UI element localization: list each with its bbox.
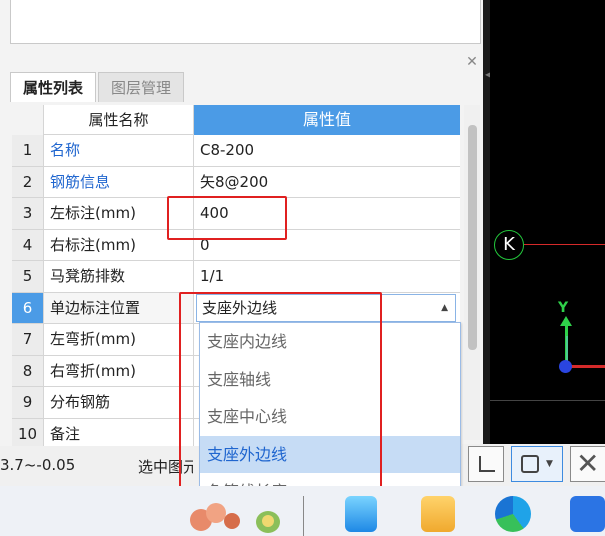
property-value[interactable]: 1/1 — [194, 261, 460, 293]
header-property-name: 属性名称 — [44, 105, 194, 135]
row-number: 2 — [12, 166, 44, 198]
wps-writer-icon[interactable] — [570, 496, 605, 532]
tab-property-list[interactable]: 属性列表 — [10, 72, 97, 102]
rect-select-icon — [521, 455, 539, 473]
grid-header-corner — [12, 105, 44, 135]
table-row[interactable]: 2 钢筋信息 ⽮8@200 — [12, 166, 460, 198]
chevron-down-icon[interactable]: ▼ — [546, 459, 553, 469]
row-number: 1 — [12, 135, 44, 167]
row-number: 4 — [12, 229, 44, 261]
canvas-divider — [490, 400, 605, 401]
property-name: 左弯折(mm) — [44, 324, 194, 356]
table-row[interactable]: 1 名称 C8-200 — [12, 135, 460, 167]
property-value[interactable]: 0 — [194, 229, 460, 261]
cross-select-button[interactable]: ✕ — [570, 446, 605, 482]
tab-layer-management[interactable]: 图层管理 — [98, 72, 185, 102]
property-value[interactable]: 400 — [194, 198, 460, 230]
property-name: 名称 — [44, 135, 194, 167]
position-select-value[interactable]: 支座外边线 — [196, 293, 456, 322]
property-name: 左标注(mm) — [44, 198, 194, 230]
dropdown-option[interactable]: 支座中心线 — [200, 398, 460, 436]
dropdown-option[interactable]: 支座内边线 — [200, 323, 460, 361]
grid-scrollbar-thumb[interactable] — [468, 125, 477, 350]
cross-select-icon: ✕ — [576, 447, 600, 480]
row-number: 7 — [12, 324, 44, 356]
axis-origin-icon — [559, 360, 572, 373]
edge-browser-icon[interactable] — [495, 496, 531, 532]
splitter-grip-icon: ◀ — [485, 70, 492, 79]
table-row[interactable]: 5 马凳筋排数 1/1 — [12, 261, 460, 293]
header-property-value: 属性值 — [194, 105, 460, 135]
table-row[interactable]: 6 单边标注位置 支座外边线 ▲ — [12, 292, 460, 324]
table-row[interactable]: 4 右标注(mm) 0 — [12, 229, 460, 261]
close-icon[interactable]: ✕ — [464, 54, 480, 70]
caret-up-icon[interactable]: ▲ — [441, 293, 448, 324]
property-name: 右弯折(mm) — [44, 355, 194, 387]
download-app-icon[interactable] — [345, 496, 377, 532]
taskbar-separator — [303, 496, 304, 536]
drawing-canvas[interactable] — [490, 0, 605, 452]
row-number: 8 — [12, 355, 44, 387]
status-selected: 选中图元 — [138, 458, 193, 476]
canvas-splitter[interactable] — [483, 0, 490, 452]
corner-select-icon — [479, 456, 495, 472]
grid-header: 属性名称 属性值 — [12, 105, 460, 135]
selection-toolbar: ▼ ✕ — [462, 444, 605, 486]
property-name: 右标注(mm) — [44, 229, 194, 261]
property-name: 马凳筋排数 — [44, 261, 194, 293]
flower-decoration — [190, 503, 300, 536]
status-coordinate: 3.7~-0.05 — [0, 456, 76, 474]
top-preview-box — [10, 0, 481, 44]
axis-z-line — [566, 336, 575, 361]
rect-select-button[interactable]: ▼ — [511, 446, 563, 482]
file-explorer-icon[interactable] — [421, 496, 455, 532]
position-select[interactable]: 支座外边线 ▲ — [194, 292, 460, 324]
table-row[interactable]: 3 左标注(mm) 400 — [12, 198, 460, 230]
panel-tabs: 属性列表 图层管理 — [10, 72, 185, 102]
grid-line — [524, 244, 605, 245]
row-number: 5 — [12, 261, 44, 293]
axis-y-label: Y — [558, 300, 569, 316]
position-dropdown-list: 支座内边线支座轴线支座中心线支座外边线负筋线长度 — [199, 322, 461, 512]
axis-x-line — [568, 365, 605, 368]
property-name: 钢筋信息 — [44, 166, 194, 198]
dropdown-option[interactable]: 支座轴线 — [200, 361, 460, 399]
app-window: ✕ 属性列表 图层管理 属性名称 属性值 1 名称 C8-200 2 钢筋信息 ⽮8@20… — [0, 0, 605, 536]
property-name: 分布钢筋 — [44, 387, 194, 419]
row-number: 3 — [12, 198, 44, 230]
property-value[interactable]: ⽮8@200 — [194, 166, 460, 198]
row-number: 9 — [12, 387, 44, 419]
corner-select-button[interactable] — [468, 446, 504, 482]
axis-marker-k[interactable]: K — [494, 230, 524, 260]
property-value[interactable]: C8-200 — [194, 135, 460, 167]
row-number: 6 — [12, 292, 44, 324]
property-name: 单边标注位置 — [44, 292, 194, 324]
dropdown-option[interactable]: 支座外边线 — [200, 435, 460, 473]
